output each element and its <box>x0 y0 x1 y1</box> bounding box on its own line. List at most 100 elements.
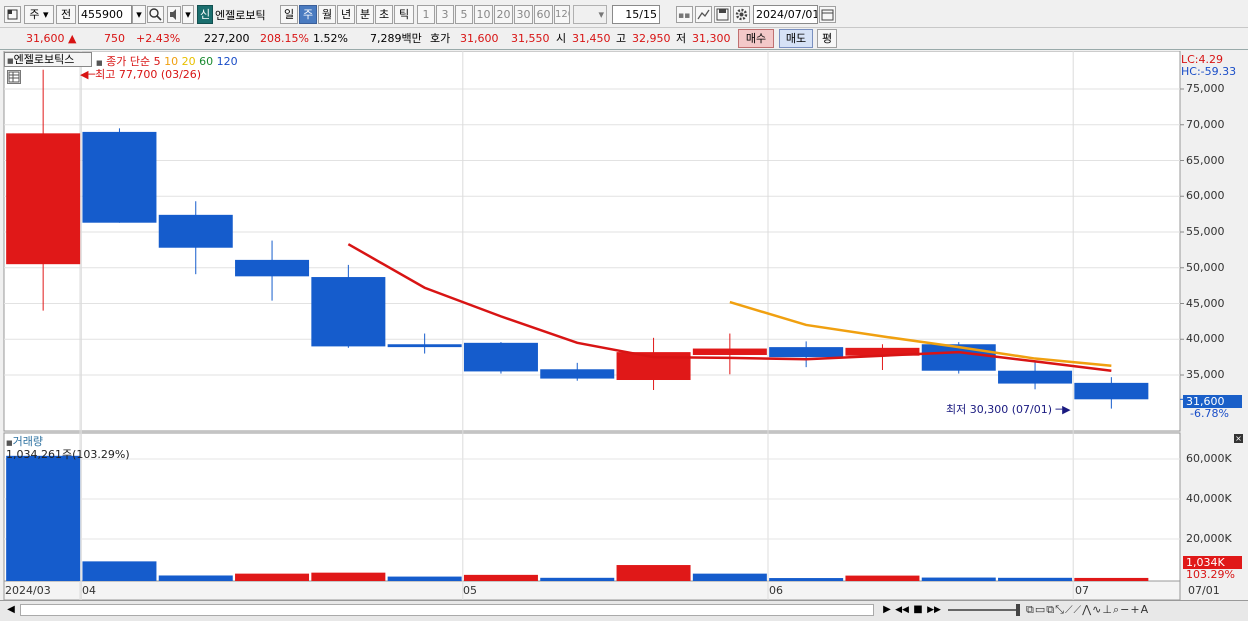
speaker-dropdown[interactable]: ▾ <box>182 5 194 24</box>
legend-name-text: 엔젤로보틱스 <box>13 53 75 66</box>
legend-stock-name[interactable]: ■엔젤로보틱스 <box>4 52 92 67</box>
close-icon[interactable]: × <box>1234 434 1243 443</box>
candle-body <box>82 131 157 223</box>
scrollbar-track[interactable] <box>20 604 874 616</box>
volume-bar <box>845 575 920 581</box>
window-icon[interactable]: ▭ <box>1035 603 1046 616</box>
screen-icon[interactable] <box>4 6 21 23</box>
x-tick-label: 05 <box>463 584 477 597</box>
x-tick-label: 2024/03 <box>5 584 51 597</box>
sync-icon[interactable]: ▪▪ <box>676 6 693 23</box>
calendar-icon[interactable] <box>819 6 836 23</box>
period-week[interactable]: 주 <box>299 5 317 24</box>
date-input[interactable]: 2024/07/01 <box>753 5 818 24</box>
volume-bar <box>311 572 386 581</box>
zoom-slider-handle[interactable] <box>1016 604 1020 616</box>
sell-button[interactable]: 매도 <box>779 29 813 48</box>
price-change: 750 <box>104 32 125 45</box>
interval-5[interactable]: 5 <box>455 5 473 24</box>
stop-icon[interactable]: ■ <box>911 603 925 617</box>
candle-body <box>6 133 81 265</box>
compare-icon[interactable]: ⧉ <box>1046 603 1055 616</box>
interval-20[interactable]: 20 <box>494 5 513 24</box>
interval-10[interactable]: 10 <box>474 5 493 24</box>
interval-30[interactable]: 30 <box>514 5 533 24</box>
volume-bar <box>998 577 1073 581</box>
volume-info: 1,034,261주(103.29%) <box>6 448 130 461</box>
svg-text:▪▪: ▪▪ <box>678 11 690 21</box>
price-tick-label: 70,000 <box>1186 117 1225 131</box>
candle-body <box>158 214 233 248</box>
bid-value: 31,600 <box>460 32 499 45</box>
scroll-right-icon[interactable]: ▶ <box>880 603 894 617</box>
arrow-left-icon: ◀─ <box>80 68 96 81</box>
forward-icon[interactable]: ▶▶ <box>927 603 941 617</box>
plus-icon[interactable]: + <box>1130 603 1140 616</box>
candle-body <box>998 370 1073 384</box>
line-icon[interactable]: ⟋ <box>1065 603 1074 616</box>
volume-bar <box>158 575 233 581</box>
ma-period-120: 120 <box>213 55 238 68</box>
candle-body <box>1074 382 1149 400</box>
page-counter[interactable]: 15/15 <box>612 5 660 24</box>
period-type-button[interactable]: 전 <box>56 5 76 24</box>
period-year[interactable]: 년 <box>337 5 355 24</box>
period-day[interactable]: 일 <box>280 5 298 24</box>
zoom-slider[interactable] <box>948 609 1018 611</box>
period-month[interactable]: 월 <box>318 5 336 24</box>
ruler-icon[interactable]: ⊥ <box>1102 603 1113 616</box>
market-select[interactable]: 주 ▾ <box>24 5 54 24</box>
volume-panel <box>3 432 1181 582</box>
interval-1[interactable]: 1 <box>417 5 435 24</box>
high-annotation-text: 최고 77,700 (03/26) <box>95 68 202 81</box>
price-tick-label: 65,000 <box>1186 153 1225 167</box>
zigzag-icon[interactable]: ⋀ <box>1082 603 1092 616</box>
interval-120[interactable]: 120 <box>554 5 570 24</box>
volume-tick-label: 40,000K <box>1186 492 1232 505</box>
candle-body <box>387 344 462 348</box>
stock-chart[interactable] <box>0 51 1248 621</box>
volume-bar <box>616 565 691 581</box>
trend-icon[interactable]: ⟋ <box>1074 603 1083 616</box>
open-label: 시 <box>556 32 567 45</box>
volume-bar <box>769 578 844 581</box>
rewind-icon[interactable]: ◀◀ <box>895 603 909 617</box>
legend-square-icon: ■ <box>7 57 14 65</box>
cursor-icon[interactable]: ⤡ <box>1055 603 1065 616</box>
scroll-left-icon[interactable]: ◀ <box>4 603 18 617</box>
minus-icon[interactable]: − <box>1120 603 1130 616</box>
trade-value: 7,289백만 <box>370 32 422 45</box>
candle-body <box>692 348 767 355</box>
period-tick[interactable]: 틱 <box>394 5 414 24</box>
current-price: 31,600 ▲ <box>26 31 76 46</box>
volume-bar <box>540 577 615 581</box>
candle-body <box>235 259 310 277</box>
draw-tool-icon[interactable] <box>695 6 712 23</box>
x-tick-label: 07/01 <box>1188 584 1220 597</box>
hc-label: HC:-59.33 <box>1181 65 1237 78</box>
copy-icon[interactable]: ⧉ <box>1026 603 1035 616</box>
stock-code-input[interactable]: 455900 <box>78 5 132 24</box>
volume-bar <box>463 574 538 581</box>
font-icon[interactable]: A <box>1141 603 1150 616</box>
eval-button[interactable]: 평 <box>817 29 837 48</box>
gear-icon[interactable] <box>733 6 750 23</box>
buy-button[interactable]: 매수 <box>738 29 774 48</box>
interval-3[interactable]: 3 <box>436 5 454 24</box>
stock-name: 엔젤로보틱 <box>215 9 266 22</box>
table-icon[interactable] <box>7 70 21 84</box>
custom-interval-select[interactable]: ▾ <box>573 5 607 24</box>
volume-value: 227,200 <box>204 32 250 45</box>
interval-60[interactable]: 60 <box>534 5 553 24</box>
chevron-down-icon[interactable]: ▾ <box>132 5 146 24</box>
up-triangle-icon: ▲ <box>68 32 77 45</box>
volume-bar <box>6 455 81 581</box>
period-second[interactable]: 초 <box>375 5 393 24</box>
period-minute[interactable]: 분 <box>356 5 374 24</box>
price-tick-label: 40,000 <box>1186 332 1225 346</box>
speaker-icon[interactable] <box>167 6 181 23</box>
candle-body <box>769 347 844 358</box>
save-icon[interactable] <box>714 6 731 23</box>
wave-icon[interactable]: ∿ <box>1092 603 1102 616</box>
search-icon[interactable] <box>147 6 164 23</box>
